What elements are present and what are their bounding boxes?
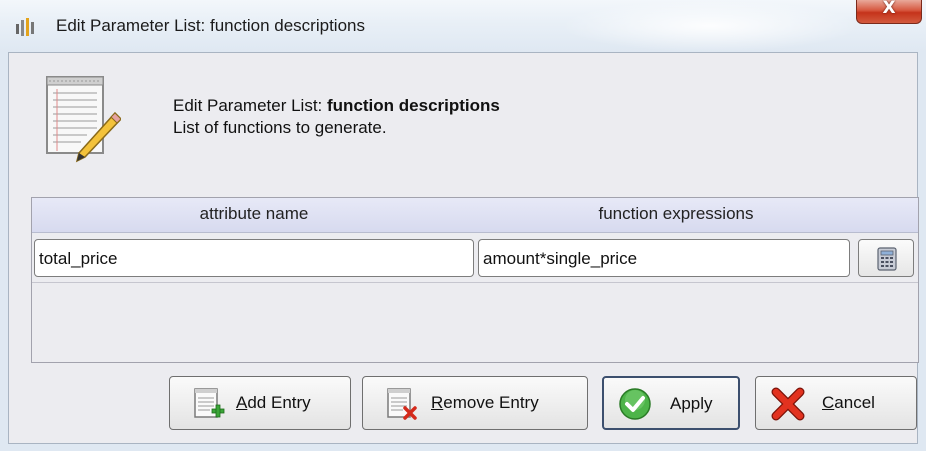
add-entry-button[interactable]: Add Entry <box>169 376 351 430</box>
dialog-content: Edit Parameter List: function descriptio… <box>8 52 919 444</box>
window-frame-right <box>918 52 926 451</box>
window-title: Edit Parameter List: function descriptio… <box>56 16 365 35</box>
expression-editor-button[interactable] <box>858 239 914 277</box>
title-bar[interactable]: Edit Parameter List: function descriptio… <box>0 0 926 52</box>
column-header-attribute-name[interactable]: attribute name <box>32 204 476 224</box>
app-icon <box>16 18 34 36</box>
table-header: attribute name function expressions <box>32 198 918 233</box>
function-expression-field[interactable]: amount*single_price <box>478 239 850 277</box>
parameter-name: function descriptions <box>327 96 500 115</box>
remove-entry-icon <box>387 388 417 420</box>
notepad-pencil-icon <box>46 76 121 163</box>
header-prefix: Edit Parameter List: <box>173 96 328 115</box>
green-check-icon <box>619 388 651 420</box>
title-bar-glow <box>560 0 860 52</box>
parameter-table: attribute name function expressions tota… <box>31 197 919 363</box>
window-frame-left <box>0 52 8 451</box>
add-entry-label: Add Entry <box>236 393 311 412</box>
cancel-label: Cancel <box>822 393 875 412</box>
close-button[interactable]: X <box>856 0 922 24</box>
add-entry-icon <box>194 388 225 418</box>
close-icon: X <box>882 0 896 18</box>
header-description: List of functions to generate. <box>173 118 387 137</box>
apply-button[interactable]: Apply <box>602 376 740 430</box>
window-frame-bottom <box>0 444 926 451</box>
apply-label: Apply <box>670 394 713 413</box>
remove-entry-label: Remove Entry <box>431 393 539 412</box>
column-header-function-expressions[interactable]: function expressions <box>476 204 876 224</box>
calculator-icon <box>877 247 897 271</box>
cancel-button[interactable]: Cancel <box>755 376 917 430</box>
remove-entry-button[interactable]: Remove Entry <box>362 376 588 430</box>
red-x-icon <box>771 387 805 421</box>
header-text: Edit Parameter List: function descriptio… <box>173 95 500 139</box>
attribute-name-field[interactable]: total_price <box>34 239 474 277</box>
row-separator <box>32 282 918 283</box>
